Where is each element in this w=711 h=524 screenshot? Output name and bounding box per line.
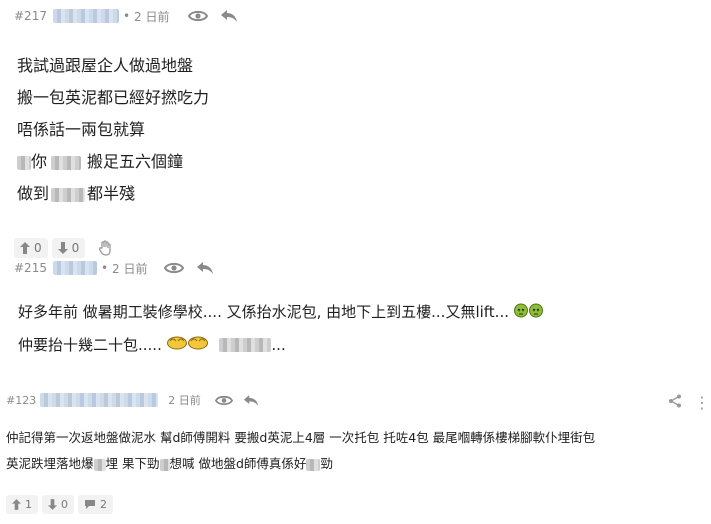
vote-bar: 1 0 2: [6, 491, 706, 517]
username[interactable]: [52, 9, 119, 23]
reply-arrow-icon[interactable]: [220, 9, 238, 23]
hand-icon[interactable]: [99, 240, 113, 256]
post-line: 做到 都半殘: [17, 184, 136, 203]
more-options-icon[interactable]: ⋮: [694, 393, 711, 412]
post-meta: #215 • 2 日前: [14, 256, 704, 280]
eye-icon[interactable]: [163, 261, 184, 275]
post-123: #123 2 日前 仲記得第一次返地盤做泥水 幫d師傅開料 要搬d英泥上4層 一…: [6, 388, 706, 517]
post-217: #217 • 2 日前 我試過跟屋企人做過地盤 搬一包英泥都已經好撚吃力 唔係話…: [14, 4, 704, 261]
hands-face-emoji-icon: [166, 329, 209, 361]
post-line: 英泥跌埋落地爆埋 果下勁 想喊 做地盤d師傅真係好勁: [6, 456, 333, 471]
post-line: 你搬足五六個鐘: [17, 146, 704, 178]
post-line: 我試過跟屋企人做過地盤: [17, 56, 194, 75]
replies-button[interactable]: 2: [78, 494, 113, 514]
post-time: 2 日前: [134, 9, 170, 24]
downvote-button[interactable]: 0: [42, 494, 74, 514]
post-body: 好多年前 做暑期工裝修學校.... 又係抬水泥包, 由地下上到五樓...又無li…: [18, 296, 704, 361]
eye-icon[interactable]: [214, 394, 233, 407]
upvote-count: 0: [34, 241, 42, 255]
downvote-count: 0: [61, 497, 68, 511]
post-body: 仲記得第一次返地盤做泥水 幫d師傅開料 要搬d英泥上4層 一次托包 托咗4包 最…: [6, 425, 706, 477]
upvote-count: 1: [25, 497, 32, 511]
eye-icon[interactable]: [187, 9, 208, 23]
post-number: #217: [14, 9, 47, 23]
post-number: #215: [14, 261, 47, 275]
censored-text: [306, 458, 321, 471]
post-line: 搬一包英泥都已經好撚吃力: [17, 88, 210, 107]
post-number: #123: [6, 393, 37, 407]
censored-text: [51, 155, 82, 170]
share-icon[interactable]: [668, 393, 682, 412]
censored-text: [219, 338, 272, 352]
separator-dot: •: [122, 9, 131, 23]
sick-face-emoji-icon: [513, 297, 544, 329]
upvote-button[interactable]: 0: [14, 238, 48, 258]
comment-bubble-icon: [85, 499, 95, 509]
thumbs-up-icon: [20, 242, 30, 254]
reply-arrow-icon[interactable]: [196, 261, 214, 275]
censored-text: [51, 187, 86, 202]
post-215: #215 • 2 日前 好多年前 做暑期工裝修學校.... 又係抬水泥包, 由地…: [14, 256, 704, 361]
censored-text: [93, 458, 106, 471]
thumbs-down-icon: [57, 242, 68, 254]
post-time: 2 日前: [112, 261, 148, 276]
censored-text: [17, 155, 31, 170]
reply-count: 2: [100, 497, 107, 511]
post-line: 仲要抬十幾二十包..... ...: [18, 329, 704, 362]
username[interactable]: [52, 261, 97, 275]
post-meta: #123 2 日前: [6, 388, 706, 412]
downvote-count: 0: [71, 241, 80, 255]
post-line: 仲記得第一次返地盤做泥水 幫d師傅開料 要搬d英泥上4層 一次托包 托咗4包 最…: [6, 430, 596, 445]
username[interactable]: [40, 393, 159, 407]
post-body: 我試過跟屋企人做過地盤 搬一包英泥都已經好撚吃力 唔係話一兩包就算 你搬足五六個…: [17, 50, 704, 210]
post-line: 唔係話一兩包就算: [17, 120, 146, 139]
post-time: 2 日前: [168, 394, 201, 407]
thumbs-up-icon: [12, 498, 21, 510]
censored-text: [159, 458, 170, 471]
separator-dot: •: [100, 261, 109, 275]
post-meta: #217 • 2 日前: [14, 4, 704, 28]
reply-arrow-icon[interactable]: [243, 394, 259, 407]
post-line: 好多年前 做暑期工裝修學校.... 又係抬水泥包, 由地下上到五樓...又無li…: [18, 296, 704, 329]
thumbs-down-icon: [48, 498, 57, 510]
downvote-button[interactable]: 0: [51, 238, 86, 258]
upvote-button[interactable]: 1: [6, 494, 38, 514]
